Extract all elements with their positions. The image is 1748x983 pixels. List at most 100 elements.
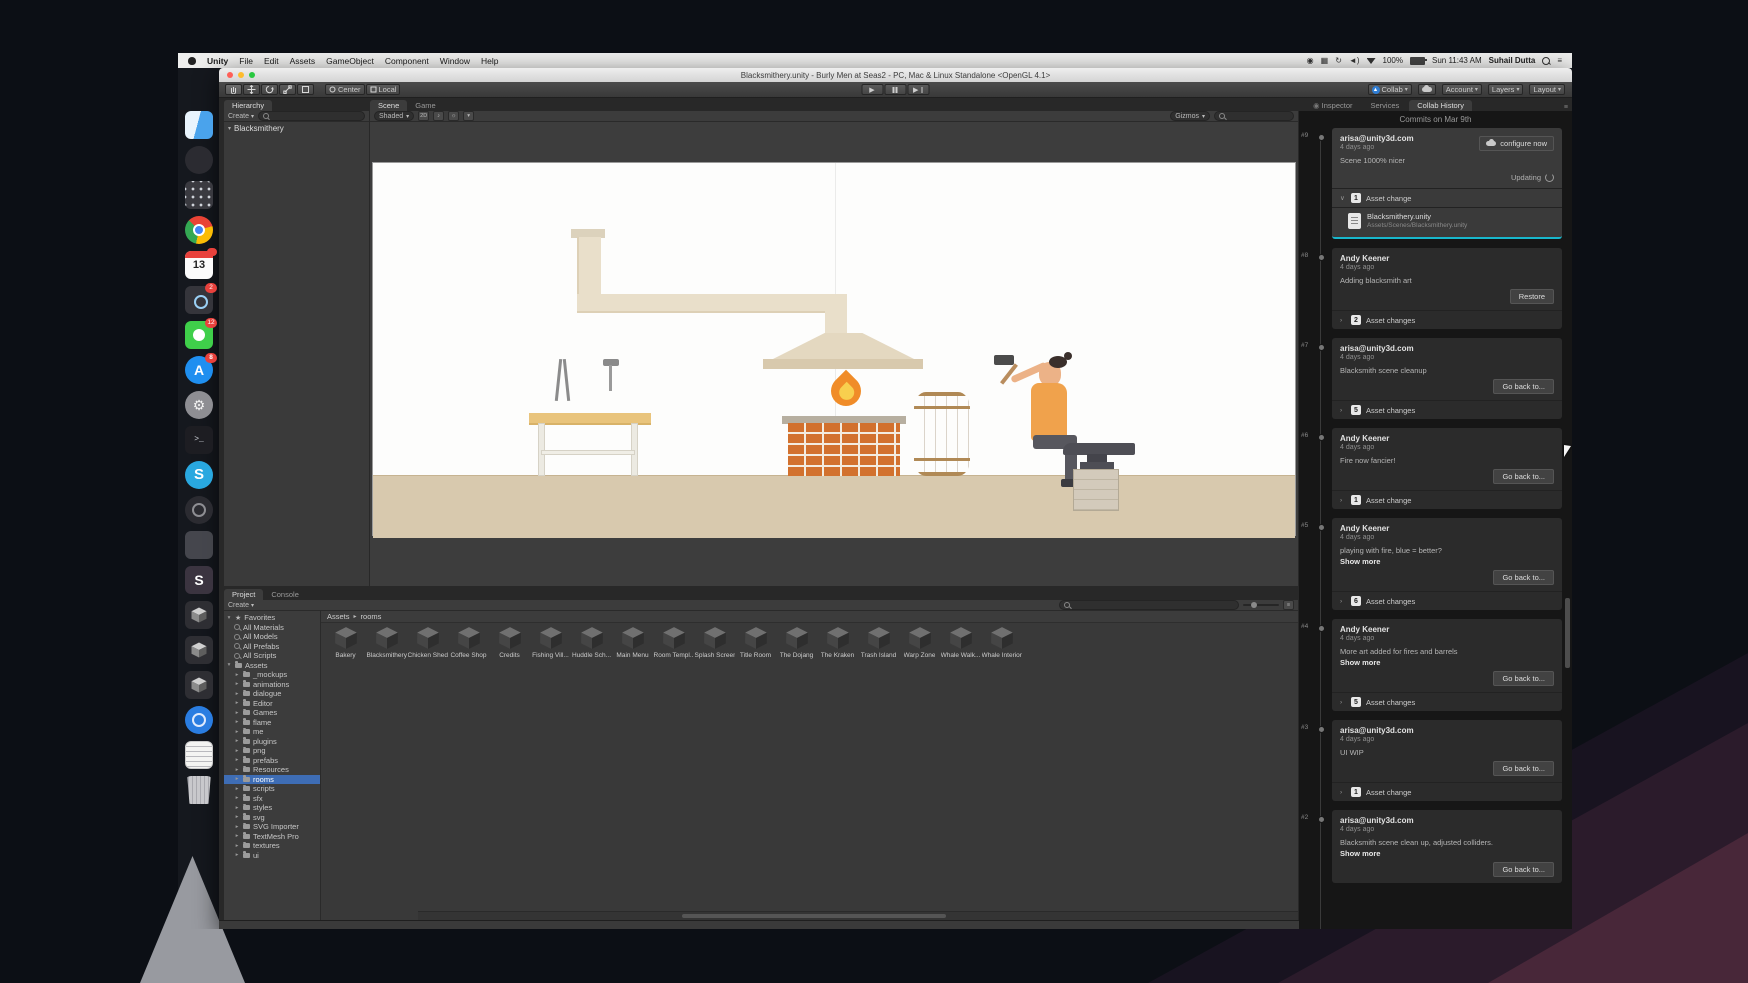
breadcrumb-folder[interactable]: rooms [361,612,382,621]
tree-folder-textmesh-pro[interactable]: ▸TextMesh Pro [224,832,320,842]
foldout-arrow-icon[interactable]: ▸ [234,786,240,792]
tree-favorite-all-scripts[interactable]: All Scripts [224,651,320,661]
rotation-toggle-button[interactable]: Local [366,84,401,95]
tree-folder-scripts[interactable]: ▸scripts [224,784,320,794]
tree-folder-me[interactable]: ▸me [224,727,320,737]
asset-item[interactable]: Chicken Shed [407,625,448,659]
commit-card[interactable]: Andy Keener4 days agoAdding blacksmith a… [1332,248,1562,329]
asset-item[interactable]: Blacksmithery [366,625,407,659]
go-back-to-button[interactable]: Go back to... [1493,671,1554,686]
go-back-to-button[interactable]: Go back to... [1493,862,1554,877]
commit-card[interactable]: arisa@unity3d.com4 days agoUI WIPGo back… [1332,720,1562,801]
foldout-arrow-icon[interactable]: ▸ [234,672,240,678]
menu-assets[interactable]: Assets [290,56,316,66]
asset-item[interactable]: Splash Screen [694,625,735,659]
tree-folder-editor[interactable]: ▸Editor [224,699,320,709]
foldout-arrow-icon[interactable]: ▸ [234,843,240,849]
collab-scrollbar-thumb[interactable] [1565,598,1570,668]
collab-button[interactable]: ▲ Collab ▾ [1368,84,1412,95]
hierarchy-create-button[interactable]: Create ▾ [228,113,254,120]
tree-favorite-all-prefabs[interactable]: All Prefabs [224,642,320,652]
tab-game[interactable]: Game [407,100,443,111]
foldout-arrow-icon[interactable]: ▸ [234,719,240,725]
dock-icon-recorder[interactable] [185,496,213,524]
tab-scene[interactable]: Scene [370,100,407,111]
foldout-arrow-icon[interactable]: ▸ [234,729,240,735]
tree-folder-svg-importer[interactable]: ▸SVG Importer [224,822,320,832]
foldout-arrow-icon[interactable]: ▸ [234,757,240,763]
tree-folder-png[interactable]: ▸png [224,746,320,756]
commit-card[interactable]: arisa@unity3d.com4 days agoBlacksmith sc… [1332,810,1562,883]
tree-folder-dialogue[interactable]: ▸dialogue [224,689,320,699]
dock-icon-app-store[interactable]: A8 [185,356,213,384]
play-button[interactable]: ▶ [861,84,883,95]
asset-changes-row[interactable]: ›6Asset changes [1332,591,1562,610]
tab-collab-history[interactable]: Collab History [1409,100,1472,111]
foldout-arrow-icon[interactable]: ▸ [234,700,240,706]
tree-folder-animations[interactable]: ▸animations [224,680,320,690]
hierarchy-item-scene-root[interactable]: ▾ Blacksmithery [224,122,369,135]
asset-item[interactable]: Coffee Shop [448,625,489,659]
dock-icon-textedit[interactable] [185,741,213,769]
chevron-right-icon[interactable]: › [1340,598,1346,605]
foldout-arrow-icon[interactable]: ▸ [234,795,240,801]
scale-tool-button[interactable] [279,84,296,95]
project-search-input[interactable] [1059,600,1239,610]
dock-icon-messages[interactable]: 12 [185,321,213,349]
toggle-2d-button[interactable]: 2D [418,111,429,121]
project-create-button[interactable]: Create ▾ [228,602,254,609]
dock-icon-unity-app-1[interactable] [185,601,213,629]
foldout-arrow-icon[interactable]: ▸ [234,748,240,754]
rect-tool-button[interactable] [297,84,314,95]
scene-fx-dropdown[interactable]: ▾ [463,111,474,121]
asset-item[interactable]: Main Menu [612,625,653,659]
move-tool-button[interactable] [243,84,260,95]
go-back-to-button[interactable]: Go back to... [1493,379,1554,394]
hierarchy-search-input[interactable] [258,111,365,121]
pivot-toggle-button[interactable]: Center [325,84,365,95]
foldout-arrow-icon[interactable]: ▸ [234,805,240,811]
tab-console[interactable]: Console [263,589,307,600]
asset-item[interactable]: Huddle Sch... [571,625,612,659]
menu-component[interactable]: Component [385,56,429,66]
project-scrollbar-track[interactable] [418,911,1298,920]
menu-file[interactable]: File [239,56,253,66]
tab-project[interactable]: Project [224,589,263,600]
go-back-to-button[interactable]: Go back to... [1493,570,1554,585]
tree-folder-svg[interactable]: ▸svg [224,813,320,823]
chevron-down-icon[interactable]: ∨ [1340,194,1346,202]
tree-folder-sfx[interactable]: ▸sfx [224,794,320,804]
asset-changes-row[interactable]: ∨1Asset change [1332,188,1562,207]
tree-folder-prefabs[interactable]: ▸prefabs [224,756,320,766]
show-more-link[interactable]: Show more [1340,557,1554,566]
thumbnail-zoom-slider[interactable] [1243,604,1279,606]
asset-item[interactable]: Fishing Vill... [530,625,571,659]
layers-dropdown[interactable]: Layers▾ [1488,84,1524,95]
asset-changes-row[interactable]: ›2Asset changes [1332,310,1562,329]
screen-record-icon[interactable]: ◉ [1307,57,1314,65]
dock-icon-finder[interactable] [185,111,213,139]
foldout-arrow-icon[interactable]: ▾ [228,125,231,132]
foldout-arrow-icon[interactable]: ▸ [234,852,240,858]
chevron-right-icon[interactable]: › [1340,699,1346,706]
asset-item[interactable]: Whale Walk... [940,625,981,659]
asset-item[interactable]: The Dojang [776,625,817,659]
dock-icon-trash[interactable] [185,776,213,804]
tab-inspector[interactable]: ◉ Inspector [1305,100,1361,111]
dock-icon-terminal[interactable]: >_ [185,426,213,454]
dock-icon-faded-app[interactable] [185,531,213,559]
spotlight-search-icon[interactable] [1542,57,1550,65]
tree-favorite-all-materials[interactable]: All Materials [224,623,320,633]
asset-item[interactable]: Whale Interior [981,625,1022,659]
commit-card[interactable]: Andy Keener4 days agoMore art added for … [1332,619,1562,711]
foldout-arrow-icon[interactable]: ▾ [226,662,232,668]
breadcrumb-assets[interactable]: Assets [327,612,350,621]
asset-changes-row[interactable]: ›5Asset changes [1332,400,1562,419]
scene-search-input[interactable] [1214,111,1294,121]
restore-button[interactable]: Restore [1510,289,1554,304]
tree-favorites-header[interactable]: ▾★Favorites [224,613,320,623]
configure-now-button[interactable]: configure now [1479,136,1554,151]
asset-item[interactable]: Title Room [735,625,776,659]
dock-icon-slack[interactable]: S [185,566,213,594]
asset-changes-row[interactable]: ›1Asset change [1332,490,1562,509]
